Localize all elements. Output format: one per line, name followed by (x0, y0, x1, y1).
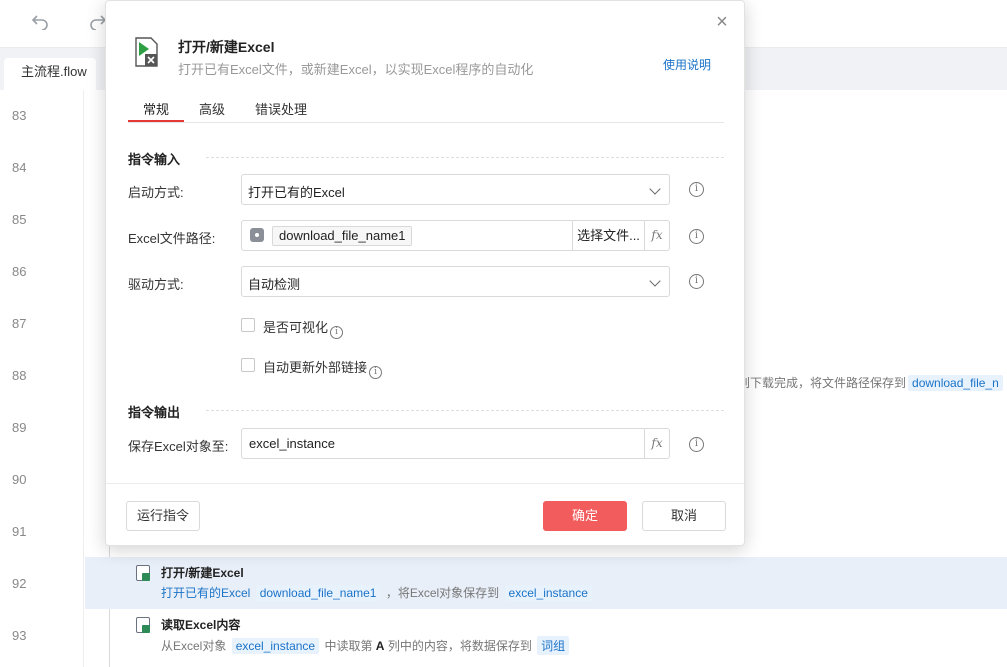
help-link[interactable]: 使用说明 (663, 56, 711, 73)
line-number: 93 (12, 628, 27, 643)
chevron-down-icon (649, 183, 661, 195)
tab-advanced[interactable]: 高级 (199, 99, 225, 118)
info-icon[interactable]: i (689, 229, 704, 244)
section-divider (206, 410, 724, 411)
info-icon[interactable]: i (689, 437, 704, 452)
cancel-button[interactable]: 取消 (642, 501, 726, 531)
line-number: 89 (12, 420, 27, 435)
excel-object-output-input[interactable]: excel_instance fx (241, 428, 670, 459)
line-gutter: 83 84 85 86 87 88 89 90 91 92 93 (0, 90, 84, 667)
line-number: 84 (12, 160, 27, 175)
dialog-subtitle: 打开已有Excel文件，或新建Excel，以实现Excel程序的自动化 (178, 62, 534, 77)
open-excel-dialog: × 打开/新建Excel 打开已有Excel文件，或新建Excel，以实现Exc… (105, 0, 745, 546)
driver-mode-label: 驱动方式: (128, 277, 184, 292)
python-variable-icon (250, 228, 264, 242)
file-path-input[interactable]: download_file_name1 选择文件... fx (241, 220, 670, 251)
fx-icon[interactable]: fx (644, 429, 669, 458)
section-divider (206, 157, 724, 158)
input-section-title: 指令输入 (128, 152, 181, 167)
step-description: 从Excel对象 excel_instance 中读取第 A 列中的内容，将数据… (161, 636, 571, 655)
save-to-label: 保存Excel对象至: (128, 439, 229, 454)
step-title: 读取Excel内容 (161, 618, 241, 632)
line-number: 91 (12, 524, 27, 539)
line-number: 87 (12, 316, 27, 331)
line-number: 85 (12, 212, 27, 227)
step-description-fragment: 到下载完成，将文件路径保存到 download_file_n (738, 374, 1005, 391)
visible-checkbox[interactable] (241, 318, 255, 332)
run-command-button[interactable]: 运行指令 (126, 501, 200, 531)
step-description: 打开已有的Excel download_file_name1 ，将Excel对象… (161, 584, 594, 601)
step-title: 打开/新建Excel (161, 566, 244, 580)
visible-label: 是否可视化 (263, 320, 329, 335)
dialog-title: 打开/新建Excel (178, 39, 275, 55)
info-icon[interactable]: i (689, 182, 704, 197)
active-tab-indicator (128, 120, 184, 122)
tab-general[interactable]: 常规 (143, 99, 169, 118)
choose-file-button[interactable]: 选择文件... (572, 221, 644, 250)
undo-icon[interactable] (28, 12, 52, 36)
driver-mode-select[interactable]: 自动检测 (241, 266, 670, 297)
excel-read-icon (136, 617, 150, 633)
confirm-button[interactable]: 确定 (543, 501, 627, 531)
launch-mode-label: 启动方式: (128, 185, 184, 200)
info-icon: i (369, 366, 383, 379)
close-icon[interactable]: × (712, 12, 732, 32)
auto-update-links-checkbox[interactable] (241, 358, 255, 372)
footer-divider (106, 483, 744, 484)
chevron-down-icon (649, 275, 661, 287)
excel-file-icon (136, 565, 150, 581)
info-icon: i (330, 326, 344, 339)
auto-update-links-label: 自动更新外部链接 (263, 360, 368, 375)
line-number: 90 (12, 472, 27, 487)
tab-error-handling[interactable]: 错误处理 (255, 99, 307, 118)
line-number: 88 (12, 368, 27, 383)
info-icon[interactable]: i (689, 274, 704, 289)
dialog-tabs: 常规 高级 错误处理 (128, 91, 724, 123)
output-section-title: 指令输出 (128, 405, 181, 420)
line-number: 92 (12, 576, 27, 591)
excel-command-icon (134, 37, 158, 67)
step-read-excel[interactable]: 读取Excel内容 从Excel对象 excel_instance 中读取第 A… (136, 616, 736, 656)
file-path-label: Excel文件路径: (128, 231, 216, 246)
launch-mode-select[interactable]: 打开已有的Excel (241, 174, 670, 205)
tab-main-flow[interactable]: 主流程.flow (4, 58, 96, 90)
step-open-excel[interactable]: 打开/新建Excel 打开已有的Excel download_file_name… (136, 564, 736, 604)
variable-chip[interactable]: download_file_name1 (272, 226, 413, 246)
fx-icon[interactable]: fx (644, 221, 669, 250)
line-number: 83 (12, 108, 27, 123)
line-number: 86 (12, 264, 27, 279)
